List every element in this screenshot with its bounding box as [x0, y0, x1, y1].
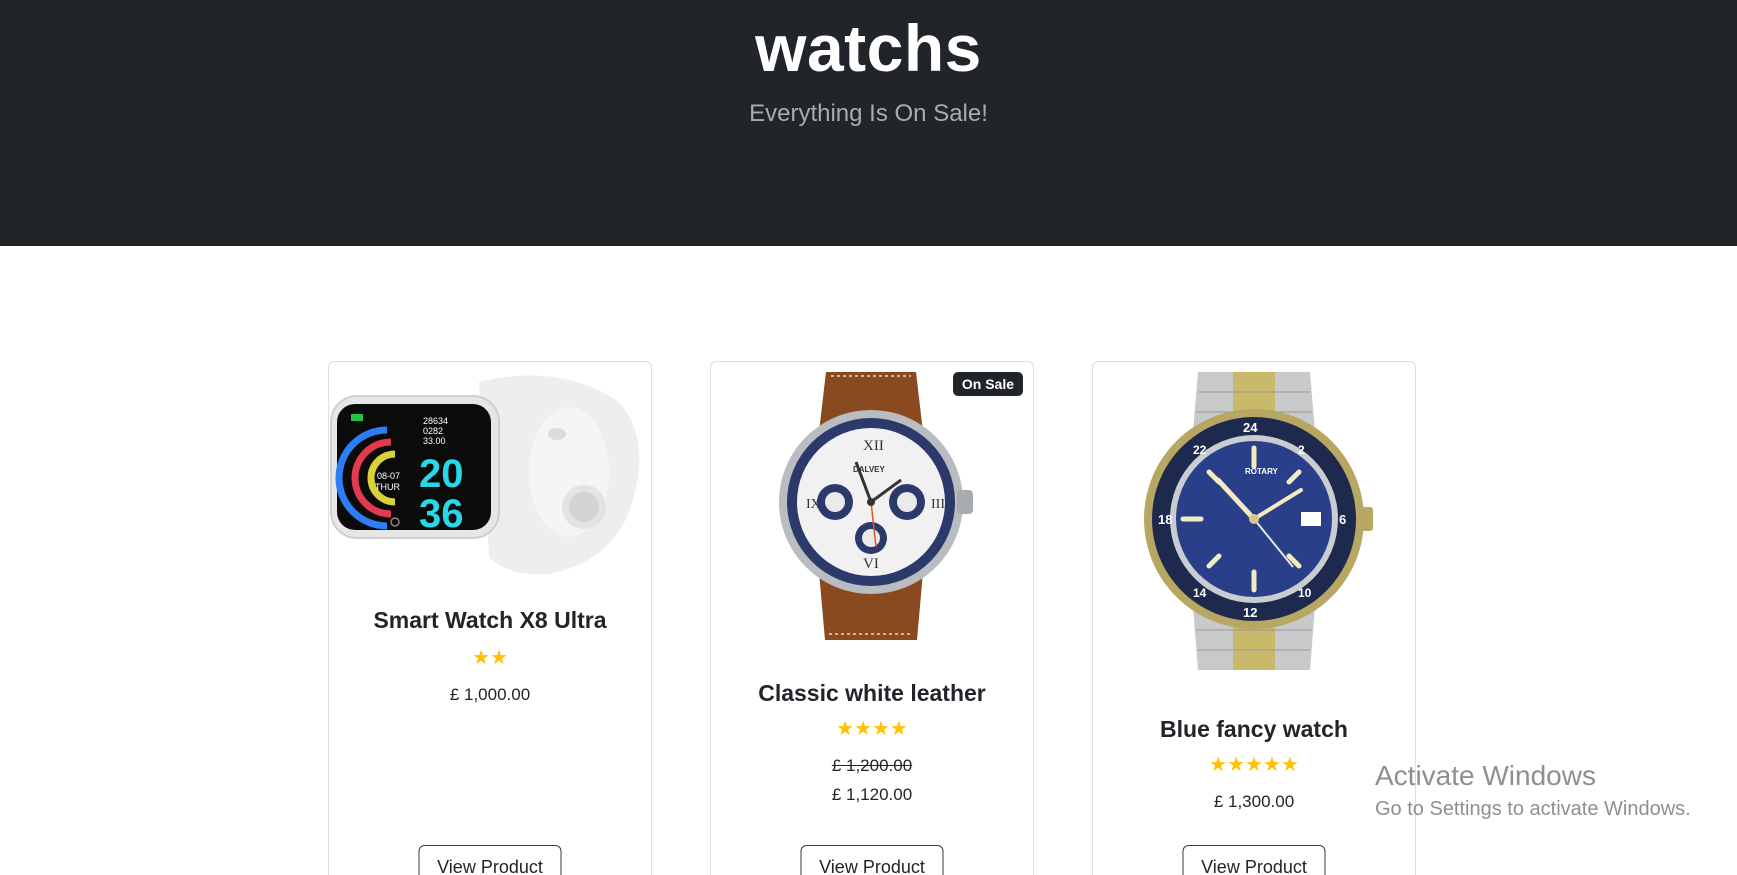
- page-subtitle: Everything Is On Sale!: [749, 100, 988, 127]
- product-price: £ 1,300.00: [1213, 792, 1295, 811]
- view-product-button[interactable]: View Product: [800, 845, 944, 875]
- svg-text:XII: XII: [863, 438, 884, 454]
- svg-text:14: 14: [1193, 586, 1207, 600]
- svg-text:33.00: 33.00: [423, 436, 446, 446]
- product-image[interactable]: XII VI IX III DALVEY: [711, 362, 1033, 647]
- product-old-price: £ 1,200.00: [831, 756, 913, 775]
- svg-text:08-07: 08-07: [377, 471, 400, 481]
- leather-chronograph-image: XII VI IX III DALVEY: [779, 372, 973, 640]
- product-image[interactable]: 08-07 THUR 28634 0282 33.00 20 36: [329, 362, 651, 577]
- rating-stars: ★★★★★: [1209, 754, 1299, 776]
- svg-text:THUR: THUR: [375, 482, 400, 492]
- svg-text:2: 2: [1298, 443, 1305, 457]
- product-price: £ 1,000.00: [449, 685, 531, 704]
- product-title: Classic white leather: [758, 680, 986, 706]
- svg-text:6: 6: [1339, 512, 1346, 527]
- rating-stars: ★★: [472, 647, 508, 669]
- watermark-title: Activate Windows: [1375, 760, 1596, 791]
- view-product-button[interactable]: View Product: [1182, 845, 1326, 875]
- view-product-button[interactable]: View Product: [418, 845, 562, 875]
- product-card: XII VI IX III DALVEY On Sale Classic whi…: [710, 361, 1034, 875]
- page-title: watchs: [755, 11, 982, 85]
- svg-text:VI: VI: [863, 556, 879, 572]
- svg-text:10: 10: [1298, 586, 1312, 600]
- svg-text:20: 20: [419, 452, 464, 496]
- product-card: 08-07 THUR 28634 0282 33.00 20 36 Smart …: [328, 361, 652, 875]
- svg-text:ROTARY: ROTARY: [1245, 467, 1279, 476]
- svg-text:18: 18: [1158, 512, 1172, 527]
- page-header: watchs Everything Is On Sale!: [0, 0, 1737, 246]
- svg-text:III: III: [931, 497, 945, 512]
- watermark-subtitle: Go to Settings to activate Windows.: [1375, 798, 1691, 820]
- smart-watch-image: 08-07 THUR 28634 0282 33.00 20 36: [330, 375, 640, 575]
- rating-stars: ★★★★: [836, 718, 908, 740]
- svg-text:22: 22: [1193, 443, 1207, 457]
- svg-text:0282: 0282: [423, 426, 443, 436]
- svg-text:24: 24: [1243, 420, 1258, 435]
- svg-text:12: 12: [1243, 605, 1257, 620]
- on-sale-badge: On Sale: [952, 372, 1023, 396]
- svg-text:36: 36: [419, 492, 464, 536]
- product-image[interactable]: 24 12 18 6 22 2 14 10 ROTARY: [1093, 362, 1415, 682]
- activate-windows-watermark: Activate Windows Go to Settings to activ…: [1375, 760, 1691, 821]
- product-title: Smart Watch X8 Ultra: [373, 607, 607, 633]
- svg-text:IX: IX: [806, 497, 821, 512]
- svg-text:28634: 28634: [423, 416, 448, 426]
- product-title: Blue fancy watch: [1160, 716, 1348, 742]
- product-card: 24 12 18 6 22 2 14 10 ROTARY Blue fancy …: [1092, 361, 1416, 875]
- rotary-gmt-image: 24 12 18 6 22 2 14 10 ROTARY: [1131, 367, 1377, 677]
- product-price: £ 1,120.00: [831, 785, 913, 804]
